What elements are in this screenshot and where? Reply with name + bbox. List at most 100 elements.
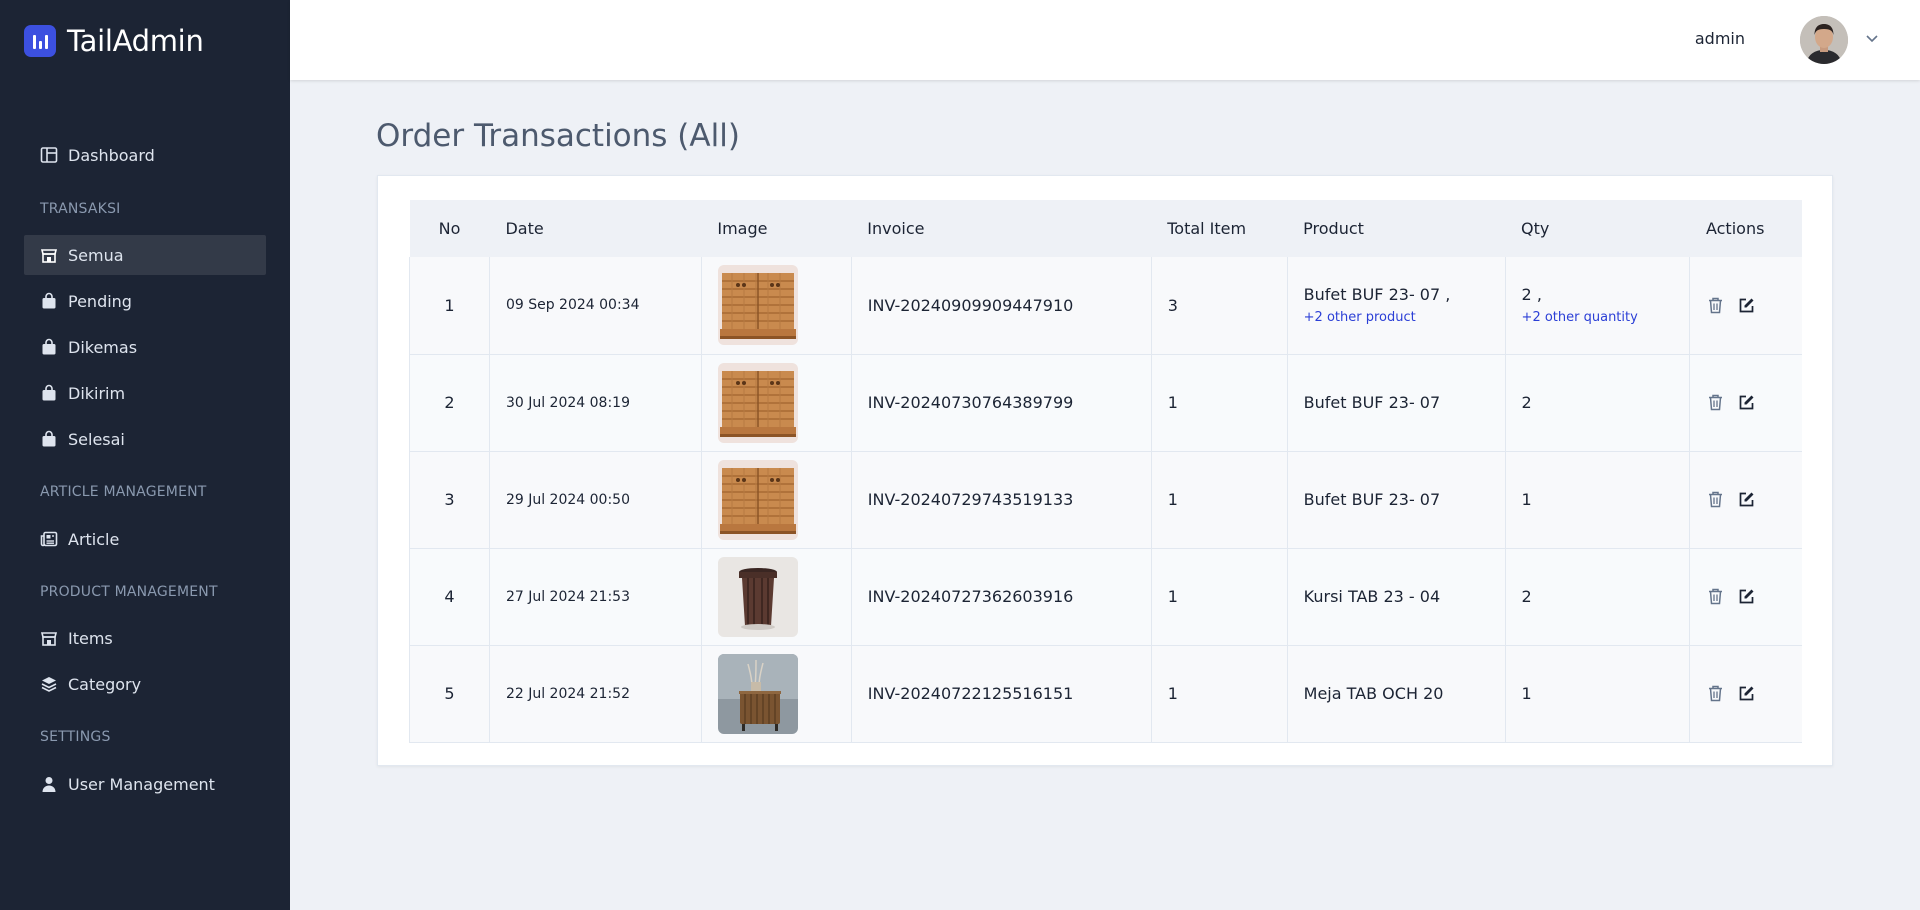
cell-actions [1689, 451, 1802, 548]
qty-value: 1 [1521, 490, 1532, 509]
sidebar-item-pending[interactable]: Pending [24, 281, 266, 321]
column-header-total-item: Total Item [1167, 219, 1247, 238]
sidebar-item-label: Items [68, 628, 113, 648]
cell-total-item: 1 [1150, 451, 1288, 548]
column-header-product: Product [1303, 219, 1364, 238]
orders-table: No Date Image Invoice Total Item Product… [409, 200, 1802, 743]
cell-invoice: INV-20240727362603916 [850, 548, 1152, 645]
sidebar-item-category[interactable]: Category [24, 664, 266, 704]
cell-invoice: INV-20240730764389799 [850, 354, 1152, 451]
column-header-invoice: Invoice [867, 219, 925, 238]
cell-total-item: 1 [1150, 548, 1288, 645]
sidebar-item-selesai[interactable]: Selesai [24, 419, 266, 459]
product-name: Bufet BUF 23- 07 , [1303, 285, 1451, 305]
sidebar-item-label: Dikirim [68, 383, 126, 403]
section-label-transaksi: TRANSAKSI [40, 201, 121, 217]
cell-total-item: 1 [1150, 645, 1288, 742]
section-label-settings: SETTINGS [40, 729, 111, 745]
table-header-row: No Date Image Invoice Total Item Product… [409, 200, 1802, 257]
trash-icon[interactable] [1706, 393, 1725, 412]
cell-qty: 2 [1504, 354, 1690, 451]
product-thumbnail-stool[interactable] [717, 556, 798, 637]
table-row[interactable]: 5 22 Jul 2024 21:52 INV-2024072212551615… [409, 645, 1802, 742]
section-label-article: ARTICLE MANAGEMENT [40, 484, 207, 500]
layers-icon [40, 675, 58, 693]
cell-image [700, 548, 852, 645]
sidebar-item-label: Category [68, 674, 142, 694]
cell-product: Bufet BUF 23- 07 [1286, 354, 1506, 451]
cell-image [700, 354, 852, 451]
cell-no: 2 [409, 354, 490, 451]
column-header-no: No [438, 219, 461, 238]
table-row[interactable]: 4 27 Jul 2024 21:53 INV-2024072736260391… [409, 548, 1802, 645]
table-row[interactable]: 3 29 Jul 2024 00:50 INV-2024072974351913… [409, 451, 1802, 548]
cell-date: 29 Jul 2024 00:50 [488, 451, 702, 548]
sidebar-item-user-management[interactable]: User Management [24, 764, 266, 804]
edit-icon[interactable] [1737, 684, 1756, 703]
user-name[interactable]: admin [1695, 29, 1745, 48]
sidebar-item-article[interactable]: Article [24, 519, 266, 559]
sidebar-item-items[interactable]: Items [24, 618, 266, 658]
cell-no: 1 [409, 257, 490, 354]
brand[interactable]: TailAdmin [24, 24, 204, 58]
product-thumbnail-cabinet[interactable] [717, 459, 798, 540]
sidebar-item-semua[interactable]: Semua [24, 235, 266, 275]
product-thumbnail-cabinet[interactable] [717, 265, 798, 346]
product-name: Kursi TAB 23 - 04 [1303, 587, 1441, 606]
product-thumbnail-cabinet[interactable] [717, 362, 798, 443]
edit-icon[interactable] [1737, 490, 1756, 509]
section-label-product: PRODUCT MANAGEMENT [40, 584, 218, 600]
cell-qty: 2 [1504, 548, 1690, 645]
cell-date: 27 Jul 2024 21:53 [488, 548, 702, 645]
sidebar-item-dikirim[interactable]: Dikirim [24, 373, 266, 413]
sidebar-item-label: Semua [68, 245, 124, 265]
cell-no: 5 [409, 645, 490, 742]
column-header-actions: Actions [1705, 219, 1765, 238]
cell-image [700, 645, 852, 742]
trash-icon[interactable] [1706, 684, 1725, 703]
cell-actions [1689, 354, 1802, 451]
chevron-down-icon[interactable] [1864, 30, 1880, 46]
cell-product: Kursi TAB 23 - 04 [1286, 548, 1506, 645]
edit-icon[interactable] [1737, 393, 1756, 412]
dashboard-icon [40, 146, 58, 164]
store-icon [40, 246, 58, 264]
cell-no: 3 [409, 451, 490, 548]
cell-image [700, 257, 852, 354]
cell-date: 30 Jul 2024 08:19 [488, 354, 702, 451]
table-row[interactable]: 1 09 Sep 2024 00:34 INV-2024090990944791… [409, 257, 1802, 354]
cell-image [700, 451, 852, 548]
user-avatar[interactable] [1800, 16, 1848, 64]
edit-icon[interactable] [1737, 587, 1756, 606]
cell-product: Meja TAB OCH 20 [1286, 645, 1506, 742]
cell-product: Bufet BUF 23- 07 , +2 other product [1286, 257, 1506, 354]
sidebar-item-label: Dikemas [68, 337, 138, 357]
product-thumbnail-side-table[interactable] [717, 653, 798, 734]
cell-no: 4 [409, 548, 490, 645]
cell-qty: 1 [1504, 451, 1690, 548]
tailadmin-logo-icon [24, 25, 56, 57]
cell-invoice: INV-20240909909447910 [850, 257, 1152, 354]
cell-invoice: INV-20240729743519133 [850, 451, 1152, 548]
newspaper-icon [40, 530, 58, 548]
sidebar-item-label: User Management [68, 774, 215, 794]
trash-icon[interactable] [1706, 296, 1725, 315]
product-name: Bufet BUF 23- 07 [1303, 393, 1441, 412]
shopping-bag-icon [40, 292, 58, 310]
sidebar-item-dashboard[interactable]: Dashboard [24, 135, 266, 175]
sidebar-item-dikemas[interactable]: Dikemas [24, 327, 266, 367]
brand-name: TailAdmin [67, 24, 204, 58]
cell-actions [1689, 257, 1802, 354]
trash-icon[interactable] [1706, 587, 1725, 606]
column-header-date: Date [505, 219, 544, 238]
other-product-link[interactable]: +2 other product [1304, 310, 1505, 325]
table-row[interactable]: 2 30 Jul 2024 08:19 INV-2024073076438979… [409, 354, 1802, 451]
trash-icon[interactable] [1706, 490, 1725, 509]
column-header-image: Image [717, 219, 768, 238]
edit-icon[interactable] [1737, 296, 1756, 315]
other-quantity-link[interactable]: +2 other quantity [1522, 310, 1690, 325]
cell-qty: 2 , +2 other quantity [1504, 257, 1690, 354]
top-header: admin [290, 0, 1920, 80]
product-name: Meja TAB OCH 20 [1303, 684, 1444, 703]
cell-date: 09 Sep 2024 00:34 [488, 257, 702, 354]
